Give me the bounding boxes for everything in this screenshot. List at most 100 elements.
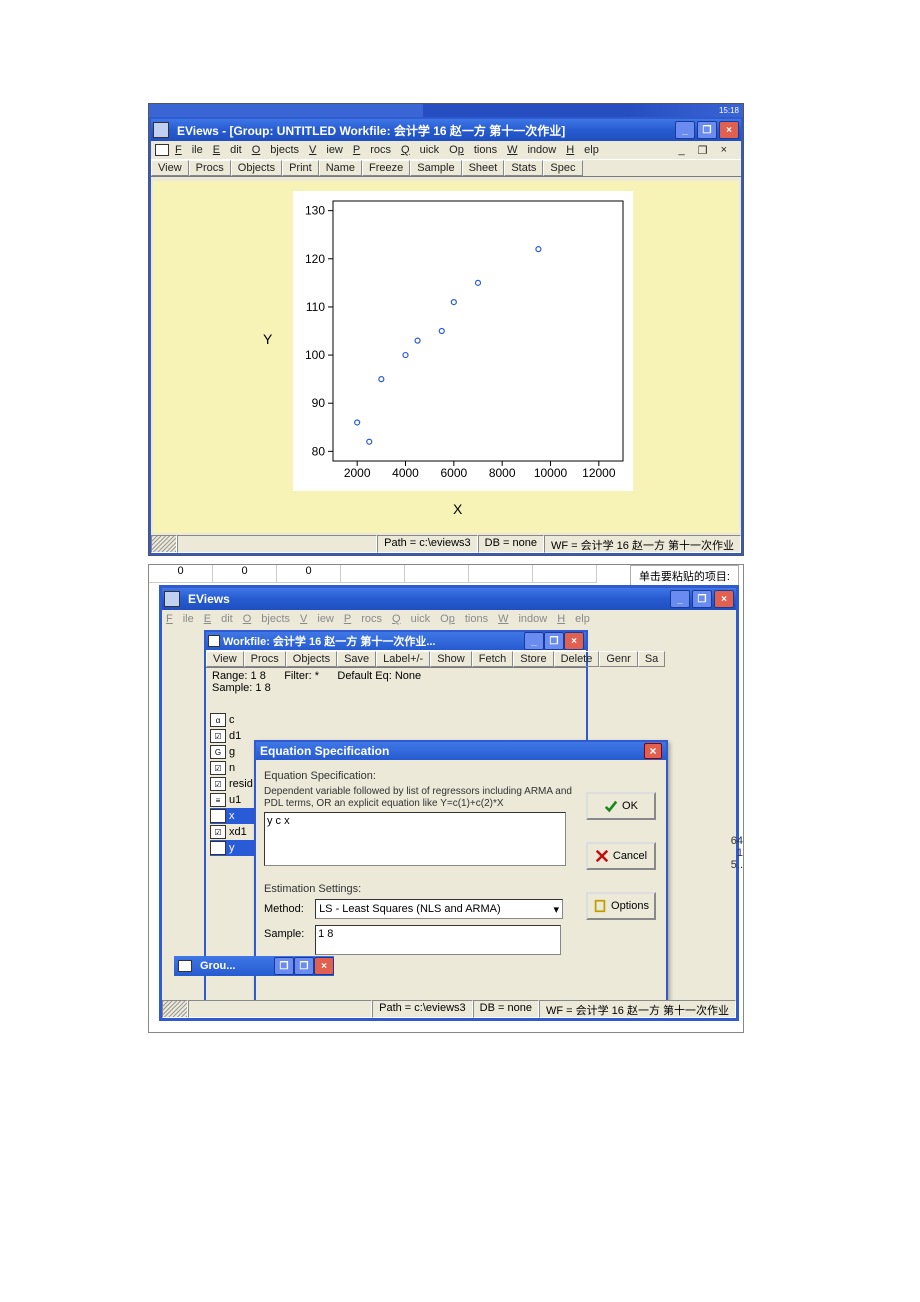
- taskbar-item[interactable]: [389, 104, 423, 117]
- toolbar-show[interactable]: Show: [430, 651, 472, 667]
- workfile-toolbar: ViewProcsObjectsSaveLabel+/-ShowFetchSto…: [206, 650, 586, 668]
- eviews-scatter-window: 15:18 EViews - [Group: UNTITLED Workfile…: [148, 103, 744, 556]
- maximize-button[interactable]: ❐: [697, 121, 717, 139]
- wf-minimize-button[interactable]: _: [524, 632, 544, 650]
- toolbar-objects[interactable]: Objects: [231, 160, 282, 176]
- toolbar-sa[interactable]: Sa: [638, 651, 665, 667]
- status-grip: [162, 1000, 188, 1018]
- toolbar-spec[interactable]: Spec: [543, 160, 582, 176]
- object-name: g: [229, 746, 235, 758]
- toolbar-sheet[interactable]: Sheet: [462, 160, 505, 176]
- method-select[interactable]: LS - Least Squares (NLS and ARMA) ▾: [315, 899, 563, 919]
- grp-maximize-button[interactable]: ❐: [294, 957, 314, 975]
- menu-file[interactable]: File: [166, 613, 194, 625]
- taskbar-item[interactable]: [293, 104, 341, 117]
- menu-view[interactable]: View: [309, 144, 343, 156]
- toolbar-genr[interactable]: Genr: [599, 651, 637, 667]
- menu-procs[interactable]: Procs: [344, 613, 382, 625]
- cell[interactable]: 0: [277, 565, 341, 583]
- toolbar-label+/-[interactable]: Label+/-: [376, 651, 430, 667]
- cell[interactable]: [341, 565, 405, 583]
- toolbar-view[interactable]: View: [151, 160, 189, 176]
- object-type-icon: ☑: [210, 809, 226, 823]
- eq-close-button[interactable]: ×: [644, 743, 662, 759]
- toolbar-print[interactable]: Print: [282, 160, 319, 176]
- toolbar-name[interactable]: Name: [319, 160, 362, 176]
- toolbar-procs[interactable]: Procs: [244, 651, 286, 667]
- cell[interactable]: [469, 565, 533, 583]
- group-toolbar: ViewProcsObjectsPrintNameFreezeSampleShe…: [151, 159, 741, 177]
- menu-quick[interactable]: Quick: [392, 613, 430, 625]
- menu-help[interactable]: Help: [557, 613, 590, 625]
- menu-options[interactable]: Options: [449, 144, 497, 156]
- mdi-restore-button[interactable]: ❐: [698, 144, 708, 157]
- eviews-main-window: EViews - [Group: UNTITLED Workfile: 会计学 …: [149, 117, 743, 555]
- toolbar-stats[interactable]: Stats: [504, 160, 543, 176]
- object-c[interactable]: αc: [210, 712, 300, 728]
- title-bar[interactable]: EViews _ ❐ ×: [162, 588, 736, 610]
- minimize-button[interactable]: _: [675, 121, 695, 139]
- workfile-title-bar[interactable]: Workfile: 会计学 16 赵一方 第十一次作业... _ ❐ ×: [206, 632, 586, 650]
- eq-title-bar[interactable]: Equation Specification ×: [256, 742, 666, 760]
- cell[interactable]: 0: [213, 565, 277, 583]
- toolbar-freeze[interactable]: Freeze: [362, 160, 410, 176]
- options-icon: [593, 899, 607, 913]
- svg-text:90: 90: [312, 396, 326, 410]
- toolbar-store[interactable]: Store: [513, 651, 553, 667]
- toolbar-sample[interactable]: Sample: [410, 160, 461, 176]
- taskbar-item[interactable]: [149, 104, 197, 117]
- menu-view[interactable]: View: [300, 613, 334, 625]
- svg-text:4000: 4000: [392, 466, 419, 480]
- minimize-button[interactable]: _: [670, 590, 690, 608]
- menu-options[interactable]: Options: [440, 613, 488, 625]
- maximize-button[interactable]: ❐: [692, 590, 712, 608]
- title-bar[interactable]: EViews - [Group: UNTITLED Workfile: 会计学 …: [151, 119, 741, 141]
- system-tray[interactable]: 15:18: [629, 104, 743, 117]
- cell[interactable]: [405, 565, 469, 583]
- toolbar-procs[interactable]: Procs: [189, 160, 231, 176]
- wf-maximize-button[interactable]: ❐: [544, 632, 564, 650]
- spec-description: Dependent variable followed by list of r…: [264, 786, 574, 810]
- sample-input[interactable]: 1 8: [315, 925, 561, 955]
- taskbar-item[interactable]: [341, 104, 389, 117]
- grp-close-button[interactable]: ×: [314, 957, 334, 975]
- cell[interactable]: [533, 565, 597, 583]
- menu-edit[interactable]: Edit: [204, 613, 233, 625]
- object-type-icon: ☑: [210, 729, 226, 743]
- minimized-group-window[interactable]: Grou... ❐ ❐ ×: [174, 956, 334, 976]
- taskbar-item[interactable]: [197, 104, 245, 117]
- ok-button[interactable]: OK: [586, 792, 656, 820]
- group-title: Grou...: [196, 960, 274, 972]
- menu-help[interactable]: Help: [566, 144, 599, 156]
- toolbar-view[interactable]: View: [206, 651, 244, 667]
- status-db: DB = none: [473, 1000, 539, 1018]
- toolbar-fetch[interactable]: Fetch: [472, 651, 514, 667]
- menu-objects[interactable]: Objects: [243, 613, 290, 625]
- toolbar-delete[interactable]: Delete: [554, 651, 600, 667]
- menu-objects[interactable]: Objects: [252, 144, 299, 156]
- cell[interactable]: 0: [149, 565, 213, 583]
- close-button[interactable]: ×: [719, 121, 739, 139]
- toolbar-save[interactable]: Save: [337, 651, 376, 667]
- taskbar-item[interactable]: [245, 104, 293, 117]
- toolbar-objects[interactable]: Objects: [286, 651, 337, 667]
- range-value: 1 8: [251, 670, 266, 682]
- menu-edit[interactable]: Edit: [213, 144, 242, 156]
- options-button[interactable]: Options: [586, 892, 656, 920]
- mdi-close-button[interactable]: ×: [721, 144, 727, 156]
- wf-close-button[interactable]: ×: [564, 632, 584, 650]
- y-axis-label: Y: [263, 331, 272, 347]
- grp-restore-button[interactable]: ❐: [274, 957, 294, 975]
- object-type-icon: ☑: [210, 825, 226, 839]
- menu-window[interactable]: Window: [507, 144, 556, 156]
- cancel-button[interactable]: Cancel: [586, 842, 656, 870]
- mdi-minimize-button[interactable]: _: [678, 144, 684, 156]
- x-axis-label: X: [453, 501, 462, 517]
- close-button[interactable]: ×: [714, 590, 734, 608]
- menu-file[interactable]: File: [175, 144, 203, 156]
- filter-value: *: [315, 670, 319, 682]
- equation-input[interactable]: [264, 812, 566, 866]
- menu-quick[interactable]: Quick: [401, 144, 439, 156]
- menu-procs[interactable]: Procs: [353, 144, 391, 156]
- menu-window[interactable]: Window: [498, 613, 547, 625]
